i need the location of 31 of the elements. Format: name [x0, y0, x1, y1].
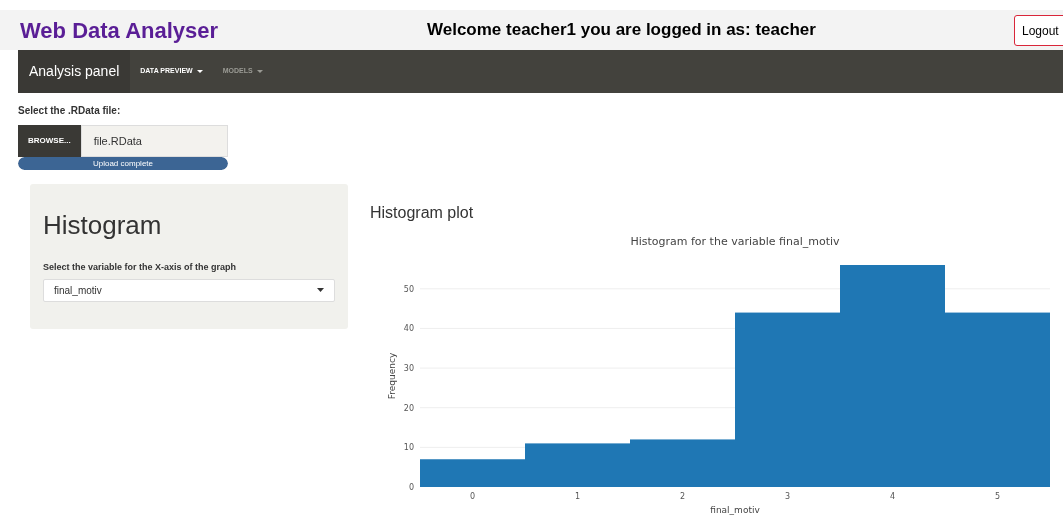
navbar-brand[interactable]: Analysis panel: [18, 50, 131, 93]
welcome-message: Welcome teacher1 you are logged in as: teacher: [427, 19, 816, 42]
y-tick-label: 10: [403, 443, 414, 453]
y-tick-label: 0: [408, 483, 414, 492]
progress-text: Upload complete: [91, 157, 154, 170]
panel-title: Histogram: [43, 212, 163, 238]
x-tick-label: 1: [574, 492, 581, 501]
x-axis-title: final_motiv: [710, 505, 760, 515]
y-axis-title: Frequency: [387, 352, 397, 400]
caret-icon: [196, 70, 203, 73]
y-tick-label: 50: [403, 284, 414, 294]
x-tick-label: 0: [469, 492, 476, 501]
select-value: final_motiv: [54, 283, 102, 298]
x-tick-label: 4: [889, 492, 896, 501]
field-label: Select the .RData file:: [18, 104, 122, 118]
y-tick-label: 30: [403, 364, 414, 374]
caret-icon: [256, 70, 263, 73]
caret-icon: [317, 288, 324, 292]
chart-title: Histogram for the variable final_motiv: [630, 235, 840, 248]
plot-heading: Histogram plot: [370, 203, 475, 223]
x-tick-label: 3: [784, 492, 791, 501]
browse-button[interactable]: BROWSE...: [18, 125, 81, 157]
x-tick-label: 5: [994, 492, 1001, 501]
variable-select[interactable]: final_motiv: [43, 278, 335, 302]
app-title: Web Data Analyser: [20, 16, 219, 45]
logout-button[interactable]: Logout: [1014, 15, 1063, 46]
x-tick-label: 2: [679, 492, 686, 501]
select-label: Select the variable for the X-axis of the graph: [43, 261, 238, 274]
y-tick-label: 20: [403, 403, 414, 413]
file-name-field[interactable]: file.RData: [80, 125, 228, 157]
y-tick-label: 40: [403, 324, 414, 334]
